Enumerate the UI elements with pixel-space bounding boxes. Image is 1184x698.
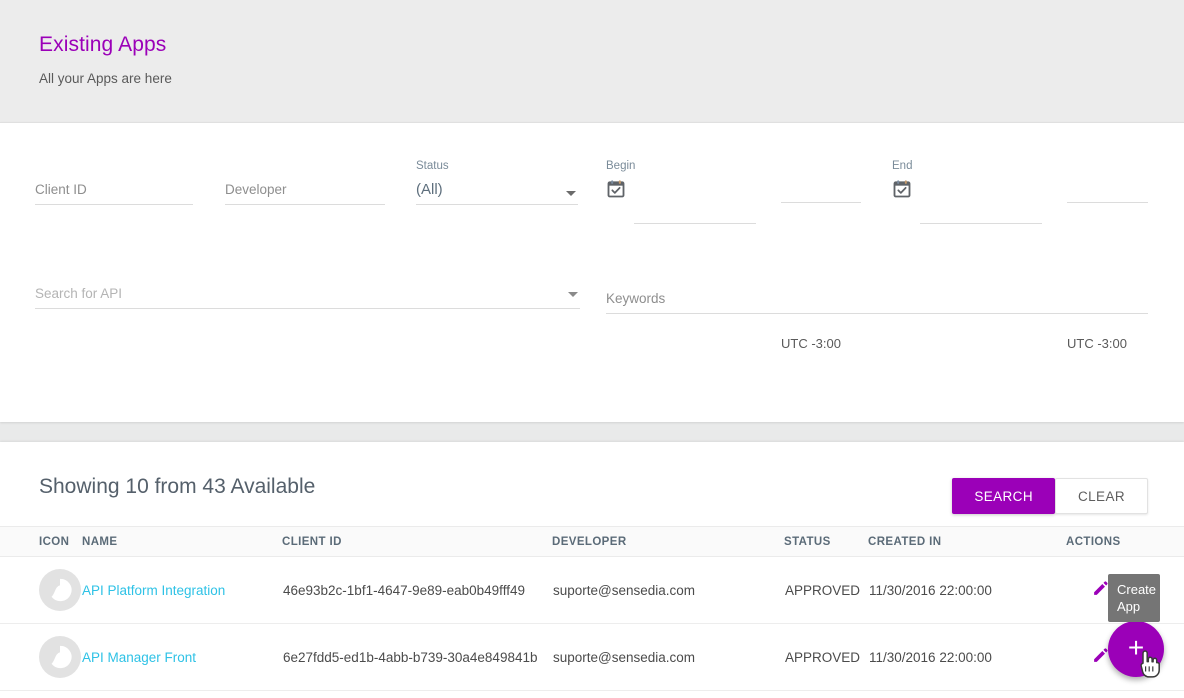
page-title: Existing Apps — [39, 32, 1184, 58]
status-badge: APPROVED — [784, 557, 868, 624]
row-client-id: 6e27fdd5-ed1b-4abb-b739-30a4e849841b — [282, 624, 552, 691]
field-client-id — [35, 179, 193, 205]
status-badge — [784, 691, 868, 698]
calendar-check-icon[interactable] — [606, 179, 626, 204]
app-avatar-icon — [39, 569, 81, 611]
column-header-created-in: CREATED IN — [868, 527, 1066, 557]
search-button[interactable]: SEARCH — [952, 478, 1055, 514]
column-header-client-id: CLIENT ID — [282, 527, 552, 557]
search-api-input[interactable] — [35, 283, 580, 309]
row-developer: suporte@sensedia.com — [552, 557, 784, 624]
field-begin: Begin — [606, 159, 754, 204]
developer-input[interactable] — [225, 179, 385, 205]
table-row[interactable]: API Manager Front 6e27fdd5-ed1b-4abb-b73… — [0, 624, 1184, 691]
field-keywords — [606, 288, 1148, 314]
end-label: End — [892, 159, 1040, 173]
app-name-link[interactable]: API Platform Integration — [82, 583, 225, 598]
begin-underline — [634, 223, 756, 224]
page-subtitle: All your Apps are here — [39, 71, 1184, 86]
column-header-icon: ICON — [0, 527, 82, 557]
calendar-check-icon[interactable] — [892, 179, 912, 204]
end-timezone: UTC -3:00 — [1067, 336, 1127, 351]
row-name-cell — [82, 691, 282, 698]
apps-table: ICON NAME CLIENT ID DEVELOPER STATUS CRE… — [0, 526, 1184, 698]
end-time-underline[interactable] — [1067, 202, 1148, 203]
edit-icon[interactable] — [1092, 647, 1109, 664]
row-created-in: 11/30/2016 22:00:00 — [868, 557, 1066, 624]
create-app-button[interactable]: + — [1108, 621, 1164, 677]
app-page: Existing Apps All your Apps are here Sta… — [0, 0, 1184, 698]
status-value: (All) — [416, 181, 443, 198]
status-label: Status — [416, 159, 578, 173]
edit-icon[interactable] — [1092, 580, 1109, 597]
row-client-id: 46e93b2c-1bf1-4647-9e89-eab0b49fff49 — [282, 557, 552, 624]
row-client-id — [282, 691, 552, 698]
field-end: End — [892, 159, 1040, 204]
table-row[interactable] — [0, 691, 1184, 698]
row-icon-cell — [0, 557, 82, 624]
section-divider — [0, 422, 1184, 442]
row-created-in: 11/30/2016 22:00:00 — [868, 624, 1066, 691]
clear-button[interactable]: CLEAR — [1055, 478, 1148, 514]
field-api — [35, 283, 580, 309]
row-icon-cell — [0, 624, 82, 691]
field-developer — [225, 179, 385, 205]
app-avatar-icon — [39, 636, 81, 678]
row-actions — [1066, 691, 1184, 698]
plus-icon: + — [1128, 634, 1144, 662]
begin-time-underline[interactable] — [781, 202, 861, 203]
create-app-tooltip: Create App — [1108, 574, 1160, 622]
row-name-cell: API Manager Front — [82, 624, 282, 691]
row-developer — [552, 691, 784, 698]
begin-timezone: UTC -3:00 — [781, 336, 841, 351]
row-icon-cell — [0, 691, 82, 698]
chevron-down-icon[interactable] — [568, 292, 578, 297]
row-name-cell: API Platform Integration — [82, 557, 282, 624]
filter-panel: Status (All) Begin UTC -3:00 — [0, 122, 1184, 422]
row-developer: suporte@sensedia.com — [552, 624, 784, 691]
table-row[interactable]: API Platform Integration 46e93b2c-1bf1-4… — [0, 557, 1184, 624]
status-select[interactable]: (All) — [416, 179, 578, 205]
table-head: ICON NAME CLIENT ID DEVELOPER STATUS CRE… — [0, 527, 1184, 557]
keywords-input[interactable] — [606, 288, 1148, 314]
chevron-down-icon[interactable] — [566, 191, 576, 196]
table-header-row: ICON NAME CLIENT ID DEVELOPER STATUS CRE… — [0, 527, 1184, 557]
end-underline — [920, 223, 1042, 224]
filter-actions: SEARCH CLEAR — [952, 478, 1148, 514]
column-header-developer: DEVELOPER — [552, 527, 784, 557]
client-id-input[interactable] — [35, 179, 193, 205]
begin-label: Begin — [606, 159, 754, 173]
app-name-link[interactable]: API Manager Front — [82, 650, 196, 665]
column-header-status: STATUS — [784, 527, 868, 557]
field-status: Status (All) — [416, 159, 578, 205]
column-header-actions: ACTIONS — [1066, 527, 1184, 557]
status-badge: APPROVED — [784, 624, 868, 691]
table-body: API Platform Integration 46e93b2c-1bf1-4… — [0, 557, 1184, 698]
page-header: Existing Apps All your Apps are here — [0, 0, 1184, 122]
column-header-name: NAME — [82, 527, 282, 557]
row-created-in — [868, 691, 1066, 698]
